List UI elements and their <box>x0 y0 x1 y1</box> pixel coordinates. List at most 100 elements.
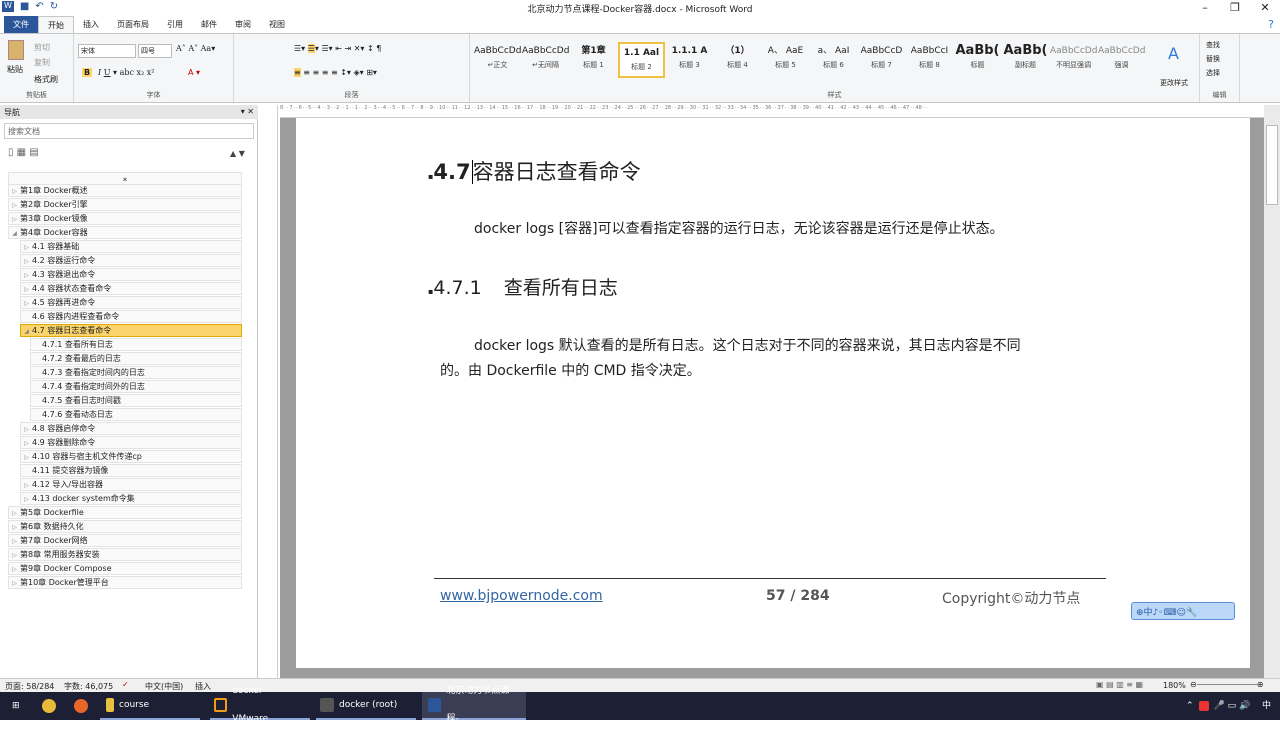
change-styles-button[interactable]: 更改样式 <box>1160 78 1188 88</box>
nav-item[interactable]: 4.7.6 查看动态日志 <box>30 408 242 421</box>
nav-item[interactable]: 4.7.4 查看指定时间外的日志 <box>30 380 242 393</box>
start-icon[interactable]: ⊞ <box>12 692 20 720</box>
paste-icon[interactable] <box>8 40 24 60</box>
nav-item[interactable]: ▷ 4.3 容器退出命令 <box>20 268 242 281</box>
collapsed-icon[interactable]: ▷ <box>21 424 32 435</box>
replace-button[interactable]: 替换 <box>1206 54 1220 64</box>
style-8[interactable]: AaBbCcD 标题 7 <box>858 42 905 78</box>
page-count[interactable]: 页面: 58/284 <box>5 681 54 692</box>
vertical-scrollbar[interactable] <box>1264 105 1280 678</box>
style-3[interactable]: 1.1 Aal 标题 2 <box>618 42 665 78</box>
nav-item[interactable]: ▷ 第8章 常用服务器安装 <box>8 548 242 561</box>
nav-item[interactable]: 4.7.3 查看指定时间内的日志 <box>30 366 242 379</box>
nav-item[interactable]: ▷ 4.8 容器启停命令 <box>20 422 242 435</box>
tab-insert[interactable]: 插入 <box>74 16 108 33</box>
tab-review[interactable]: 审阅 <box>226 16 260 33</box>
nav-item[interactable]: ▷ 第10章 Docker管理平台 <box>8 576 242 589</box>
view-buttons[interactable]: ▣ ▤ ▥ ≡ ▦ <box>1096 680 1143 689</box>
nav-item[interactable]: ▷ 第7章 Docker网络 <box>8 534 242 547</box>
style-6[interactable]: A、 AaE 标题 5 <box>762 42 809 78</box>
format-buttons[interactable]: I U ▾ abc x₂ x² <box>98 68 154 77</box>
collapsed-icon[interactable]: ▷ <box>21 298 32 309</box>
style-10[interactable]: AaBb(标题 <box>954 42 1001 78</box>
close-button[interactable]: ✕ <box>1250 0 1280 16</box>
collapsed-icon[interactable]: ▷ <box>9 564 20 575</box>
nav-item[interactable]: ▷ 第3章 Docker镜像 <box>8 212 242 225</box>
scroll-thumb[interactable] <box>1266 125 1278 205</box>
style-1[interactable]: AaBbCcDd ↵无间隔 <box>522 42 569 78</box>
nav-item[interactable]: ▷ 4.13 docker system命令集 <box>20 492 242 505</box>
nav-item[interactable]: ▷ 4.10 容器与宿主机文件传递cp <box>20 450 242 463</box>
style-4[interactable]: 1.1.1 A 标题 3 <box>666 42 713 78</box>
nav-item[interactable]: ▷ 4.5 容器再进命令 <box>20 296 242 309</box>
collapsed-icon[interactable]: ▷ <box>21 438 32 449</box>
insert-mode[interactable]: 插入 <box>195 681 211 692</box>
style-2[interactable]: 第1章 标题 1 <box>570 42 617 78</box>
tab-references[interactable]: 引用 <box>158 16 192 33</box>
help-icon[interactable]: ? <box>1268 18 1274 31</box>
collapsed-icon[interactable]: ▷ <box>9 536 20 547</box>
collapsed-icon[interactable]: ▷ <box>9 522 20 533</box>
nav-close-icon[interactable]: ▾ ✕ <box>241 107 254 116</box>
font-color-button[interactable]: A ▾ <box>188 68 200 77</box>
nav-item[interactable]: ▷ 4.9 容器删除命令 <box>20 436 242 449</box>
nav-item[interactable]: 4.7.5 查看日志时间戳 <box>30 394 242 407</box>
align-buttons[interactable]: ≡ ≡ ≡ ≡ ≡ ↕▾ ◈▾ ⊞▾ <box>294 68 377 77</box>
expanded-icon[interactable]: ◢ <box>9 228 20 239</box>
collapsed-icon[interactable]: ▷ <box>21 452 32 463</box>
taskbar-word[interactable]: 北京动力节点课程-... <box>422 686 526 724</box>
collapsed-icon[interactable]: ▷ <box>21 480 32 491</box>
nav-item[interactable]: 4.6 容器内进程查看命令 <box>20 310 242 323</box>
document-page[interactable]: ▪4.7容器日志查看命令 docker logs [容器]可以查看指定容器的运行… <box>296 118 1250 668</box>
minimize-button[interactable]: – <box>1190 0 1220 16</box>
nav-search-input[interactable]: 搜索文档 <box>4 123 254 139</box>
expanded-icon[interactable]: ◢ <box>21 326 32 337</box>
nav-item[interactable]: ▷ 第2章 Docker引擎 <box>8 198 242 211</box>
style-9[interactable]: AaBbCcI 标题 8 <box>906 42 953 78</box>
collapsed-icon[interactable]: ▷ <box>9 550 20 561</box>
tray-icons[interactable]: ⌃ 🎤 ▭ 🔊 <box>1186 692 1250 720</box>
collapsed-icon[interactable]: ▷ <box>21 284 32 295</box>
style-13[interactable]: AaBbCcDd 强调 <box>1098 42 1145 78</box>
nav-item[interactable]: ▷ 第5章 Dockerfile <box>8 506 242 519</box>
tab-page-layout[interactable]: 页面布局 <box>108 16 158 33</box>
nav-item[interactable]: ▷ 4.12 导入/导出容器 <box>20 478 242 491</box>
taskbar-terminal[interactable]: docker (root) <box>316 692 416 720</box>
nav-prev-next[interactable]: ▲ ▼ <box>230 149 245 158</box>
ime-toolbar[interactable]: ⊕中♪◦⌨☺🔧 <box>1131 602 1235 620</box>
paste-button[interactable]: 粘贴 <box>7 64 23 75</box>
format-painter-button[interactable]: 格式刷 <box>34 74 58 85</box>
list-buttons[interactable]: ☰▾ ☰▾ ☰▾ ⇤ ⇥ ✕▾ ↕ ¶ <box>294 44 381 53</box>
ime-indicator[interactable]: 中 <box>1262 692 1271 720</box>
proofing-icon[interactable]: ✓ <box>122 680 129 689</box>
horizontal-ruler[interactable]: 8 · · 7 · · 6 · · 5 · · 4 · · 3 · · 2 · … <box>280 105 1264 118</box>
collapsed-icon[interactable]: ▷ <box>21 270 32 281</box>
nav-item[interactable]: ▷ 4.2 容器运行命令 <box>20 254 242 267</box>
tab-view[interactable]: 视图 <box>260 16 294 33</box>
nav-item[interactable]: ▷ 第9章 Docker Compose <box>8 562 242 575</box>
taskbar-vmware[interactable]: docker - VMware... <box>210 686 310 724</box>
collapsed-icon[interactable]: ▷ <box>9 200 20 211</box>
firefox-icon[interactable] <box>74 692 88 720</box>
style-0[interactable]: AaBbCcDd ↵正文 <box>474 42 521 78</box>
font-size-buttons[interactable]: A˄ A˅ Aa▾ <box>176 44 215 53</box>
style-5[interactable]: （1） 标题 4 <box>714 42 761 78</box>
copy-button[interactable]: 复制 <box>34 57 50 68</box>
zoom-slider[interactable]: ⊖ ⊕ <box>1190 680 1275 689</box>
nav-item[interactable]: ▷ 第1章 Docker概述 <box>8 184 242 197</box>
restore-button[interactable]: ❐ <box>1220 0 1250 16</box>
nav-item[interactable]: ▷ 4.4 容器状态查看命令 <box>20 282 242 295</box>
nav-item[interactable]: 4.11 提交容器为镜像 <box>20 464 242 477</box>
style-11[interactable]: AaBb(副标题 <box>1002 42 1049 78</box>
word-count[interactable]: 字数: 46,075 <box>64 681 113 692</box>
footer-link[interactable]: www.bjpowernode.com <box>440 588 603 604</box>
select-button[interactable]: 选择 <box>1206 68 1220 78</box>
collapsed-icon[interactable]: ▷ <box>9 578 20 589</box>
style-12[interactable]: AaBbCcDd 不明显强调 <box>1050 42 1097 78</box>
font-name-select[interactable]: 宋体 <box>78 44 136 58</box>
cut-button[interactable]: 剪切 <box>34 42 50 53</box>
chrome-icon[interactable] <box>42 692 56 720</box>
nav-item[interactable]: ▷ 4.1 容器基础 <box>20 240 242 253</box>
collapsed-icon[interactable]: ▷ <box>21 242 32 253</box>
nav-item[interactable]: 4.7.1 查看所有日志 <box>30 338 242 351</box>
